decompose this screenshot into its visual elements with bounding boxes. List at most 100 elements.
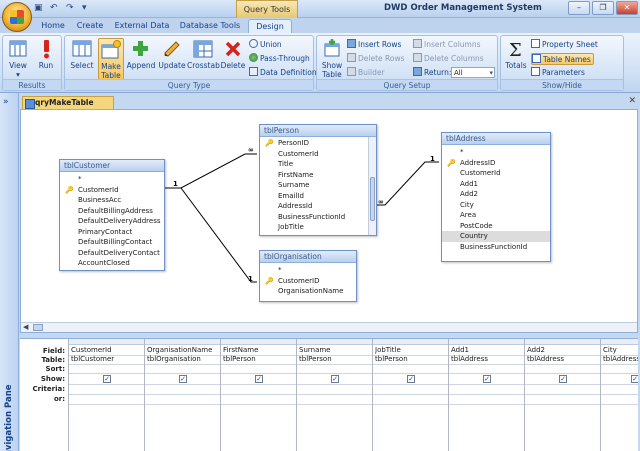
field-item[interactable]: BusinessAcc (60, 195, 164, 206)
scroll-thumb[interactable] (370, 177, 375, 221)
union-button[interactable]: Union (249, 39, 282, 51)
field-item[interactable]: CustomerID (260, 276, 356, 287)
customize-qat-icon[interactable]: ▾ (82, 3, 92, 13)
return-combo[interactable]: All (451, 67, 495, 78)
grid-field-cell[interactable]: Add1 (451, 346, 523, 354)
field-item[interactable]: AccountClosed (60, 258, 164, 269)
query-design-grid[interactable]: Field: Table: Sort: Show: Criteria: or: … (20, 339, 638, 451)
field-item[interactable]: DefaultBillingAddress (60, 206, 164, 217)
update-button[interactable]: Update (157, 38, 187, 80)
field-list-title[interactable]: tblCustomer (60, 160, 164, 172)
field-list-title[interactable]: tblOrganisation (260, 251, 356, 263)
field-item[interactable]: Area (442, 210, 550, 221)
field-item[interactable]: DefaultDeliveryContact (60, 248, 164, 259)
field-item[interactable]: JobTitle (260, 222, 376, 233)
field-item[interactable]: Title (260, 159, 376, 170)
save-icon[interactable]: ▣ (34, 3, 44, 13)
tab-external-data[interactable]: External Data (110, 19, 174, 33)
delete-query-button[interactable]: Delete (219, 38, 247, 80)
show-checkbox[interactable]: ✓ (331, 375, 339, 383)
totals-button[interactable]: Σ Totals (503, 38, 529, 80)
scroll-left-arrow-icon[interactable]: ◀ (23, 323, 28, 331)
field-item[interactable]: DefaultDeliveryAddress (60, 216, 164, 227)
show-table-button[interactable]: Show Table (319, 38, 345, 80)
undo-icon[interactable]: ↶ (50, 3, 60, 13)
tab-database-tools[interactable]: Database Tools (176, 19, 244, 33)
make-table-button[interactable]: Make Table (98, 38, 124, 80)
delete-columns-button[interactable]: Delete Columns (413, 53, 484, 65)
view-button[interactable]: View ▾ (5, 38, 31, 80)
document-tab-qrymaketable[interactable]: qryMakeTable (22, 96, 114, 109)
grid-field-cell[interactable]: FirstName (223, 346, 295, 354)
document-close-button[interactable]: ✕ (628, 96, 636, 106)
field-item[interactable]: FirstName (260, 170, 376, 181)
grid-table-cell[interactable]: tblPerson (223, 355, 295, 363)
show-checkbox[interactable]: ✓ (407, 375, 415, 383)
grid-table-cell[interactable]: tblAddress (527, 355, 599, 363)
delete-rows-button[interactable]: Delete Rows (347, 53, 405, 65)
design-horizontal-scrollbar[interactable]: ◀ (21, 322, 637, 332)
show-checkbox[interactable]: ✓ (179, 375, 187, 383)
navigation-pane[interactable]: » Navigation Pane (0, 93, 19, 451)
field-item[interactable]: Add1 (442, 179, 550, 190)
show-checkbox[interactable]: ✓ (559, 375, 567, 383)
append-button[interactable]: Append (126, 38, 156, 80)
field-list-tblorganisation[interactable]: tblOrganisation * CustomerID Organisatio… (259, 250, 357, 302)
close-button[interactable]: ✕ (616, 1, 638, 15)
grid-field-cell[interactable]: JobTitle (375, 346, 447, 354)
field-list-tblperson[interactable]: tblPerson PersonID CustomerId Title Firs… (259, 124, 377, 236)
field-item[interactable]: PostCode (442, 221, 550, 232)
field-item[interactable]: Surname (260, 180, 376, 191)
grid-field-cell[interactable]: Add2 (527, 346, 599, 354)
field-item[interactable]: PersonID (260, 138, 376, 149)
office-button[interactable] (2, 2, 32, 32)
field-item[interactable]: City (442, 200, 550, 211)
grid-column[interactable]: FirstName tblPerson ✓ (220, 339, 296, 451)
nav-pane-collapse-button[interactable]: » (3, 97, 9, 107)
grid-table-cell[interactable]: tblAddress (451, 355, 523, 363)
show-checkbox[interactable]: ✓ (103, 375, 111, 383)
grid-column[interactable]: City tblAddress ✓ (600, 339, 638, 451)
show-checkbox[interactable]: ✓ (255, 375, 263, 383)
field-item[interactable]: CustomerId (260, 149, 376, 160)
field-list-title[interactable]: tblPerson (260, 125, 376, 137)
tab-create[interactable]: Create (72, 19, 108, 33)
field-item[interactable]: AddressId (260, 201, 376, 212)
field-list-title[interactable]: tblAddress (442, 133, 550, 145)
grid-table-cell[interactable]: tblOrganisation (147, 355, 219, 363)
crosstab-button[interactable]: Crosstab (187, 38, 220, 80)
tab-design[interactable]: Design (248, 19, 292, 33)
field-item[interactable]: OrganisationName (260, 286, 356, 297)
grid-column[interactable]: OrganisationName tblOrganisation ✓ (144, 339, 220, 451)
show-checkbox[interactable]: ✓ (631, 375, 638, 383)
show-checkbox[interactable]: ✓ (483, 375, 491, 383)
maximize-button[interactable]: ❐ (592, 1, 614, 15)
field-list-tblcustomer[interactable]: tblCustomer * CustomerId BusinessAcc Def… (59, 159, 165, 271)
tab-home[interactable]: Home (36, 19, 70, 33)
field-item[interactable]: DefaultBillingContact (60, 237, 164, 248)
pass-through-button[interactable]: Pass-Through (249, 53, 310, 65)
grid-table-cell[interactable]: tblPerson (375, 355, 447, 363)
field-item[interactable]: * (260, 265, 356, 276)
field-item[interactable]: BusinessFunctionId (260, 212, 376, 223)
scroll-thumb[interactable] (33, 324, 43, 331)
grid-field-cell[interactable]: CustomerId (71, 346, 143, 354)
data-definition-button[interactable]: Data Definition (249, 67, 317, 79)
builder-button[interactable]: Builder (347, 67, 385, 79)
field-list-scrollbar[interactable] (368, 137, 376, 235)
field-item[interactable]: * (60, 174, 164, 185)
parameters-button[interactable]: Parameters (531, 67, 585, 79)
grid-column[interactable]: CustomerId tblCustomer ✓ (68, 339, 144, 451)
minimize-button[interactable]: – (568, 1, 590, 15)
field-list-tbladdress[interactable]: tblAddress * AddressID CustomerId Add1 A… (441, 132, 551, 262)
field-item[interactable]: * (442, 147, 550, 158)
grid-column[interactable]: Add2 tblAddress ✓ (524, 339, 600, 451)
property-sheet-button[interactable]: Property Sheet (531, 39, 598, 51)
grid-field-cell[interactable]: OrganisationName (147, 346, 219, 354)
grid-column[interactable]: Surname tblPerson ✓ (296, 339, 372, 451)
field-item[interactable]: Country (442, 231, 550, 242)
insert-columns-button[interactable]: Insert Columns (413, 39, 481, 51)
table-names-button[interactable]: Table Names (531, 53, 594, 65)
select-query-button[interactable]: Select (68, 38, 96, 80)
grid-column[interactable]: JobTitle tblPerson ✓ (372, 339, 448, 451)
